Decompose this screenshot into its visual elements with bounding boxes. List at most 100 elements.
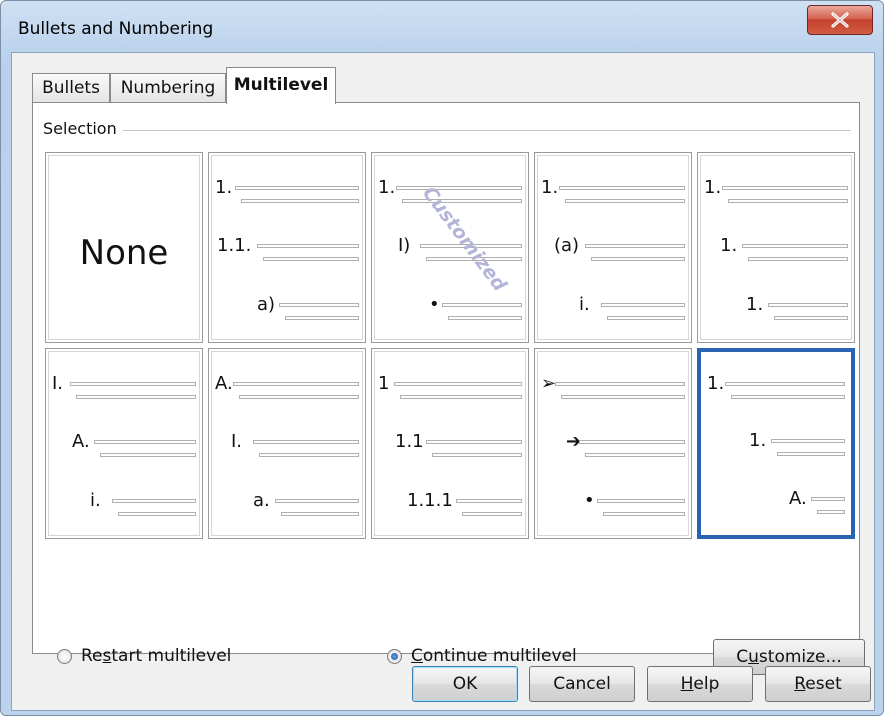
text-line (771, 439, 845, 443)
multilevel-preset-6[interactable]: A. I. a. (208, 348, 366, 539)
selection-group-label: Selection (43, 119, 125, 138)
level-label: ➢ (541, 373, 557, 394)
tab-bullets[interactable]: Bullets (32, 73, 110, 103)
level-label: I) (398, 235, 411, 256)
preset-level-1: ➢ (535, 373, 691, 405)
text-line (585, 244, 685, 248)
level-label: A. (789, 488, 807, 509)
level-label: 1. (749, 430, 767, 451)
preset-level-3: 1.1.1 (372, 490, 528, 522)
text-line (118, 512, 196, 516)
level-label: • (429, 294, 440, 315)
restart-radio-indicator[interactable] (57, 649, 72, 664)
preset-level-1: 1. (698, 177, 854, 209)
preset-level-2: A. (46, 431, 202, 463)
text-line (559, 186, 685, 190)
level-label: 1.1.1 (407, 490, 453, 511)
multilevel-preset-5[interactable]: I. A. i. (45, 348, 203, 539)
close-icon (831, 12, 849, 28)
reset-button[interactable]: Reset (765, 666, 871, 702)
text-line (257, 244, 359, 248)
text-line (601, 303, 685, 307)
text-line (722, 186, 848, 190)
close-button[interactable] (807, 5, 873, 35)
preset-level-2: (a) (535, 235, 691, 267)
preset-level-1: 1. (209, 177, 365, 209)
level-label: • (584, 490, 595, 511)
text-line (774, 316, 848, 320)
preset-level-3: A. (701, 488, 851, 520)
text-line (565, 199, 685, 203)
multilevel-preset-3[interactable]: 1. (a) i. (534, 152, 692, 343)
text-line (607, 316, 685, 320)
text-line (742, 244, 848, 248)
preset-level-2: 1.1. (209, 235, 365, 267)
text-line (731, 395, 845, 399)
text-line (748, 257, 848, 261)
preset-level-2: I) (372, 235, 528, 267)
text-line (275, 499, 359, 503)
preset-level-2: 1. (701, 430, 851, 462)
dialog-body: Bullets Numbering Multilevel Selection N… (11, 52, 875, 711)
tab-multilevel[interactable]: Multilevel (226, 67, 336, 104)
multilevel-preset-9[interactable]: 1. 1. A. (697, 348, 855, 539)
preset-level-2: I. (209, 431, 365, 463)
continue-radio-indicator[interactable] (387, 649, 402, 664)
text-line (777, 452, 845, 456)
text-line (233, 382, 359, 386)
multilevel-preset-1[interactable]: 1. 1.1. a) (208, 152, 366, 343)
help-button[interactable]: Help (647, 666, 753, 702)
text-line (239, 395, 359, 399)
text-line (603, 512, 685, 516)
level-label: I. (231, 431, 243, 452)
cancel-button[interactable]: Cancel (529, 666, 635, 702)
multilevel-panel: Selection None 1. 1.1. a) 1. I) • Customized 1.(… (32, 102, 865, 675)
level-label: (a) (554, 235, 580, 256)
text-line (400, 395, 522, 399)
preset-level-1: I. (46, 373, 202, 405)
level-label: a) (257, 294, 276, 315)
ok-button[interactable]: OK (412, 666, 518, 702)
text-line (281, 512, 359, 516)
text-line (253, 440, 359, 444)
text-line (462, 512, 522, 516)
text-line (725, 382, 845, 386)
level-label: 1. (704, 177, 722, 198)
level-label: A. (215, 373, 233, 394)
text-line (585, 453, 685, 457)
level-label: 1.1 (395, 431, 424, 452)
text-line (259, 453, 359, 457)
multilevel-preset-4[interactable]: 1. 1. 1. (697, 152, 855, 343)
dialog-window: Bullets and Numbering Bullets Numbering … (0, 0, 884, 716)
multilevel-preset-2[interactable]: 1. I) • Customized (371, 152, 529, 343)
text-line (561, 395, 685, 399)
selection-group-divider (123, 130, 851, 131)
preset-level-3: a. (209, 490, 365, 522)
multilevel-preset-7[interactable]: 1 1.1 1.1.1 (371, 348, 529, 539)
text-line (100, 453, 196, 457)
text-line (241, 199, 359, 203)
text-line (70, 382, 196, 386)
text-line (768, 303, 848, 307)
text-line (817, 510, 845, 514)
level-label: 1. (378, 177, 396, 198)
preset-level-3: • (535, 490, 691, 522)
none-label: None (79, 233, 169, 273)
multilevel-preset-0[interactable]: None (45, 152, 203, 343)
continue-multilevel-label: Continue multilevel (411, 646, 577, 666)
level-label: 1. (746, 294, 764, 315)
level-label: 1. (215, 177, 233, 198)
tab-numbering[interactable]: Numbering (110, 73, 226, 103)
text-line (432, 453, 522, 457)
text-line (579, 440, 685, 444)
text-line (94, 440, 196, 444)
text-line (235, 186, 359, 190)
multilevel-preset-8[interactable]: ➢ ➔ • (534, 348, 692, 539)
preset-level-2: ➔ (535, 431, 691, 463)
preset-level-3: i. (535, 294, 691, 326)
level-label: 1. (720, 235, 738, 256)
text-line (396, 186, 522, 190)
preset-level-1: 1. (701, 373, 851, 405)
level-label: A. (72, 431, 90, 452)
preset-level-1: A. (209, 373, 365, 405)
